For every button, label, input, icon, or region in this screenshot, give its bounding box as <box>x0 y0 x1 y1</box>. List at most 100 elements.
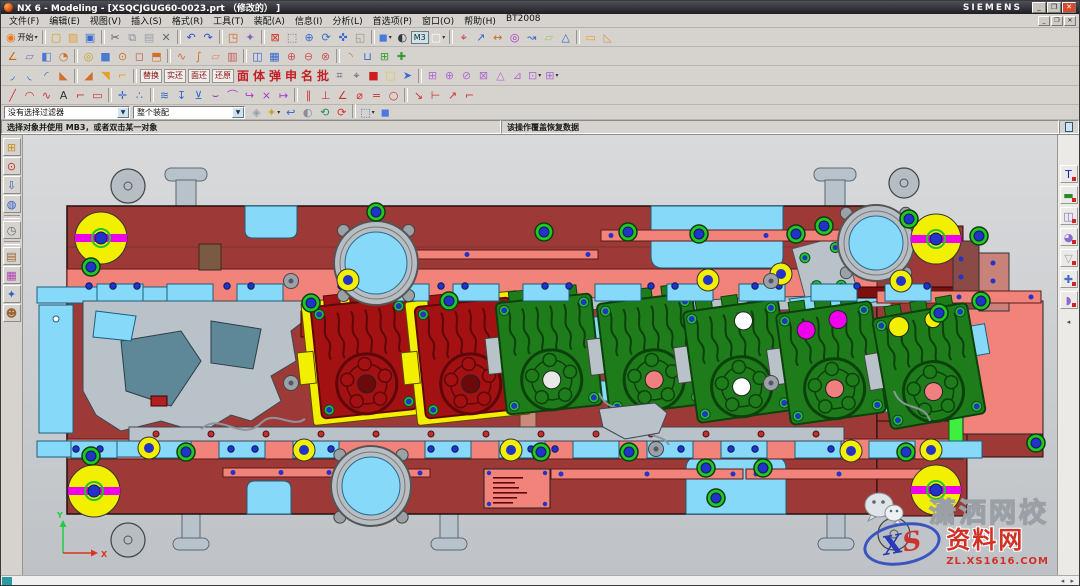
polyline-button[interactable]: ⌐ <box>72 87 89 103</box>
mdi-restore-button[interactable]: ❐ <box>1051 16 1063 26</box>
view-popup-button[interactable]: ✦ <box>242 29 259 45</box>
quick-trim-button[interactable]: ⌐ <box>461 87 478 103</box>
history-icon[interactable]: ◷ <box>3 221 21 239</box>
pad-button[interactable]: ⬒ <box>148 48 165 64</box>
open-button[interactable]: ▨ <box>65 29 82 45</box>
save-button[interactable]: ▣ <box>82 29 99 45</box>
vector-button[interactable]: ↝ <box>523 29 540 45</box>
sequence-button[interactable]: ⊿ <box>509 68 526 84</box>
subtract-button[interactable]: ⊖ <box>300 48 317 64</box>
wave-geometry-linker-button[interactable]: ⊞▾ <box>543 68 560 84</box>
body-char-button[interactable]: 体 <box>251 67 267 84</box>
hole-button[interactable]: ◎ <box>80 48 97 64</box>
boss-button[interactable]: ⊙ <box>114 48 131 64</box>
pocket-button[interactable]: ◻ <box>131 48 148 64</box>
pattern-feature-button[interactable]: ▦ <box>266 48 283 64</box>
system-materials-icon[interactable]: ▤ <box>3 247 21 265</box>
copy-button[interactable]: ⧉ <box>124 29 141 45</box>
dim-parallel-button[interactable]: ↗ <box>444 87 461 103</box>
restore-button[interactable]: 还原 <box>212 69 234 83</box>
csys-button[interactable]: ↔ <box>489 29 506 45</box>
extrude-button[interactable]: ◧ <box>38 48 55 64</box>
selection-scope-dropdown[interactable]: 整个装配 ▼ <box>133 106 245 119</box>
mdi-close-button[interactable]: ✕ <box>1064 16 1076 26</box>
body-taper-button[interactable]: ◥ <box>97 68 114 84</box>
bridge-curve-button[interactable]: ⌣ <box>207 87 224 103</box>
horizontal-scroll-arrows[interactable]: ◂ ▸ <box>1061 577 1079 585</box>
quick-tool-1[interactable]: ⌗ <box>331 68 348 84</box>
assembly-constraints-button[interactable]: ⊠ <box>475 68 492 84</box>
graphics-window[interactable]: YX 潇洒网校 XS 资料网 <box>23 135 1057 575</box>
menu-bt2008[interactable]: BT2008 <box>501 14 546 27</box>
more-features-button[interactable]: ✚ <box>393 48 410 64</box>
menu-analysis[interactable]: 分析(L) <box>328 14 368 27</box>
replace-button[interactable]: 替换 <box>140 69 162 83</box>
snap-enable-button[interactable]: ✦▾ <box>265 104 282 120</box>
quick-tool-2[interactable]: ⌖ <box>348 68 365 84</box>
zoom-window-button[interactable]: ⬚ <box>284 29 301 45</box>
snap-point-button[interactable]: △ <box>557 29 574 45</box>
angle-constraint-button[interactable]: ∠ <box>334 87 351 103</box>
parallel-constraint-button[interactable]: ∥ <box>300 87 317 103</box>
shaded-view-button[interactable]: ◼▾ <box>377 29 394 45</box>
face-char-button[interactable]: 面 <box>235 67 251 84</box>
constraint-navigator-icon[interactable]: ⊙ <box>3 157 21 175</box>
menu-tools[interactable]: 工具(T) <box>208 14 249 27</box>
toolbar-scroll-arrow[interactable]: ◂ <box>1067 318 1071 326</box>
interpart-link-button[interactable]: ◈ <box>248 104 265 120</box>
process-studio-icon[interactable]: ✦ <box>3 285 21 303</box>
menu-edit[interactable]: 编辑(E) <box>44 14 85 27</box>
face-analysis-button[interactable]: ◐ <box>394 29 411 45</box>
arc-button[interactable]: ◠ <box>21 87 38 103</box>
sketch-button[interactable]: ∠ <box>4 48 21 64</box>
spring-char-button[interactable]: 弹 <box>267 67 283 84</box>
diameter-constraint-button[interactable]: ⌀ <box>351 87 368 103</box>
mdi-minimize-button[interactable]: _ <box>1038 16 1050 26</box>
curve-length-button[interactable]: ↦ <box>275 87 292 103</box>
project-curve-button[interactable]: ↧ <box>173 87 190 103</box>
menu-help[interactable]: 帮助(H) <box>459 14 501 27</box>
perspective-button[interactable]: ◱ <box>352 29 369 45</box>
menu-information[interactable]: 信息(I) <box>290 14 328 27</box>
menu-assemblies[interactable]: 装配(A) <box>249 14 290 27</box>
plane-button[interactable]: ▱ <box>540 29 557 45</box>
line-button[interactable]: ╱ <box>4 87 21 103</box>
show-product-button[interactable]: ■ <box>365 68 382 84</box>
chevron-down-icon[interactable]: ▼ <box>232 107 244 118</box>
window-background-button[interactable]: ▢▾ <box>429 29 447 45</box>
intersect-button[interactable]: ⊗ <box>317 48 334 64</box>
chamfer-button[interactable]: ◣ <box>55 68 72 84</box>
zoom-button[interactable]: ⊕ <box>301 29 318 45</box>
tangent-constraint-button[interactable]: ○ <box>385 87 402 103</box>
unite-button[interactable]: ⊕ <box>283 48 300 64</box>
name-char-button[interactable]: 名 <box>299 67 315 84</box>
dim-horizontal-button[interactable]: ↘ <box>410 87 427 103</box>
simplify-curve-button[interactable]: ↪ <box>241 87 258 103</box>
exploded-views-button[interactable]: ⊡▾ <box>526 68 543 84</box>
mirror-assembly-button[interactable]: △ <box>492 68 509 84</box>
replace-component-button[interactable]: ⊘ <box>458 68 475 84</box>
paste-button[interactable]: ▤ <box>141 29 158 45</box>
pocket-tool[interactable]: ▽ <box>1060 249 1078 267</box>
redo-button[interactable]: ↷ <box>200 29 217 45</box>
new-button[interactable]: ▢ <box>48 29 65 45</box>
point-button[interactable]: ✛ <box>114 87 131 103</box>
highlight-button[interactable]: ◐ <box>299 104 316 120</box>
join-curve-button[interactable]: ⌒ <box>224 87 241 103</box>
soft-blend-button[interactable]: ◟ <box>21 68 38 84</box>
combine-curve-button[interactable]: ⊻ <box>190 87 207 103</box>
menu-window[interactable]: 窗口(O) <box>417 14 459 27</box>
rectangle-button[interactable]: ▭ <box>89 87 106 103</box>
highlight-body-button[interactable]: □ <box>382 68 399 84</box>
measure-distance-button[interactable]: ▭ <box>582 29 599 45</box>
walkthrough-button[interactable]: ➤ <box>399 68 416 84</box>
previous-selection-button[interactable]: ⟲ <box>316 104 333 120</box>
assembly-navigator-icon[interactable]: ⊞ <box>3 138 21 156</box>
rectangle-select-button[interactable]: ⬚▾ <box>358 104 376 120</box>
shen-char-button[interactable]: 申 <box>283 67 299 84</box>
batch-char-button[interactable]: 批 <box>315 67 331 84</box>
menu-insert[interactable]: 插入(S) <box>126 14 167 27</box>
swirl-tool[interactable]: ◗ <box>1060 291 1078 309</box>
sweep-button[interactable]: ∿ <box>173 48 190 64</box>
slug-tool[interactable]: ▬ <box>1060 186 1078 204</box>
